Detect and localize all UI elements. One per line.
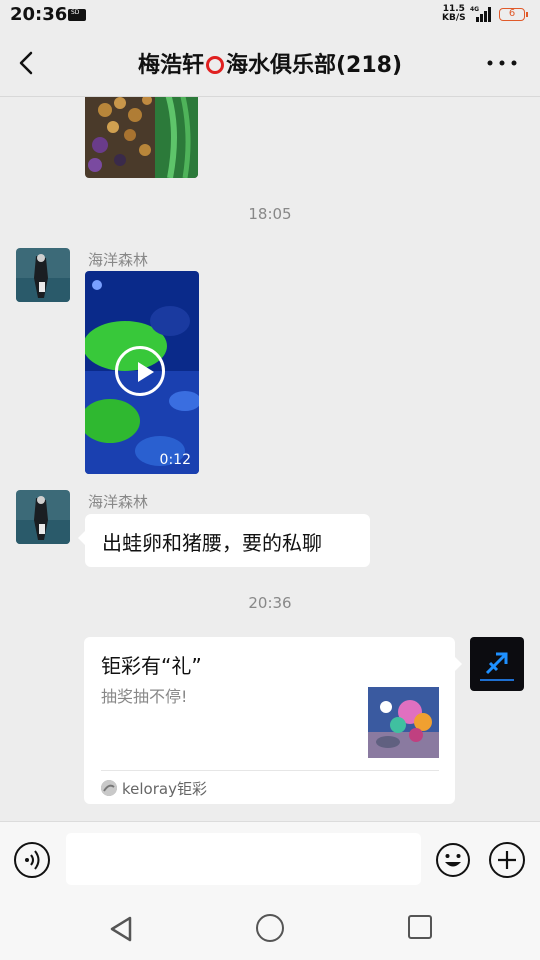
video-duration: 0:12 <box>159 452 191 468</box>
chat-timestamp: 18:05 <box>248 205 292 223</box>
avatar-image <box>16 248 70 302</box>
input-bar <box>0 821 540 899</box>
avatar-image <box>470 637 524 691</box>
plus-icon <box>498 851 516 869</box>
message-text: 出蛙卵和猪腰，要的私聊 <box>102 531 322 555</box>
battery-level: 6 <box>508 8 516 19</box>
sender-name: 海洋森林 <box>88 493 149 511</box>
chat-title-suffix: 海水俱乐部(218) <box>225 53 403 78</box>
chat-title-prefix: 梅浩轩 <box>137 53 204 78</box>
status-bar: 20:36 SD 11.5 KB/S 4G 6 <box>0 0 540 30</box>
chat-timestamp: 20:36 <box>248 594 292 612</box>
sd-card-icon: SD <box>68 9 86 21</box>
my-avatar[interactable] <box>470 637 524 691</box>
card-divider <box>101 770 439 771</box>
avatar[interactable] <box>16 490 70 544</box>
card-title: 钜彩有“礼” <box>101 654 202 678</box>
network-type-label: 4G <box>470 6 479 13</box>
battery-icon: 6 <box>499 8 525 21</box>
bubble-tail <box>455 657 462 671</box>
chat-header: 梅浩轩 海水俱乐部(218) <box>0 30 540 97</box>
card-description: 抽奖抽不停! <box>101 687 188 706</box>
back-arrow-icon[interactable] <box>12 48 42 78</box>
more-functions-button[interactable] <box>489 842 525 878</box>
coral-image-message[interactable] <box>85 97 198 178</box>
status-time: 20:36 <box>10 4 68 25</box>
nav-home-icon[interactable] <box>256 914 284 942</box>
network-speed: 11.5 KB/S <box>442 5 466 23</box>
battery-tip <box>526 12 528 17</box>
chat-title: 梅浩轩 海水俱乐部(218) <box>80 47 460 79</box>
voice-input-button[interactable] <box>14 842 50 878</box>
nav-back-icon[interactable] <box>106 914 136 944</box>
emoji-icon[interactable] <box>435 842 471 878</box>
card-source-name: keloray钜彩 <box>122 780 207 798</box>
voice-icon <box>25 850 40 870</box>
chat-messages[interactable]: 18:05 海洋森林 0:12 海洋森林 出蛙卵和猪腰，要的私聊 20:36 钜… <box>0 97 540 821</box>
video-message[interactable]: 0:12 <box>85 271 199 474</box>
bubble-tail <box>78 531 85 545</box>
avatar[interactable] <box>16 248 70 302</box>
link-card-message[interactable]: 钜彩有“礼” 抽奖抽不停! keloray钜彩 <box>84 637 455 804</box>
sd-card-label: SD <box>71 9 80 16</box>
coral-image <box>85 97 198 178</box>
system-nav-bar <box>0 898 540 960</box>
play-icon[interactable] <box>115 346 165 396</box>
avatar-image <box>16 490 70 544</box>
signal-icon: 4G <box>470 6 491 22</box>
text-message-bubble[interactable]: 出蛙卵和猪腰，要的私聊 <box>85 514 370 567</box>
nav-recents-icon[interactable] <box>408 915 432 939</box>
sender-name: 海洋森林 <box>88 251 149 269</box>
card-thumbnail <box>368 687 439 758</box>
network-speed-unit: KB/S <box>442 13 466 23</box>
card-thumbnail-image <box>368 687 439 758</box>
source-logo-icon <box>101 780 117 796</box>
message-input[interactable] <box>66 833 421 885</box>
more-options-icon[interactable] <box>484 56 520 70</box>
red-circle-icon <box>205 56 224 74</box>
